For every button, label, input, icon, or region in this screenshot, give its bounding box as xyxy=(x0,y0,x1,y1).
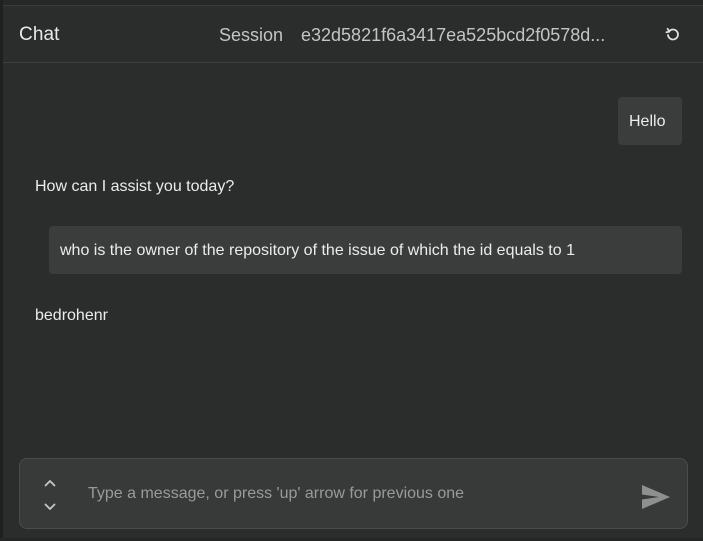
session-label: Session xyxy=(219,25,284,45)
chat-title: Chat xyxy=(19,24,60,45)
message-composer xyxy=(19,458,688,529)
user-message: who is the owner of the repository of th… xyxy=(49,226,682,274)
message-history-button[interactable] xyxy=(40,475,60,515)
assistant-message: bedrohenr xyxy=(35,307,108,324)
message-input[interactable] xyxy=(86,479,630,509)
reset-session-button[interactable] xyxy=(661,23,685,47)
chat-header: Chat Session e32d5821f6a3417ea525bcd2f05… xyxy=(3,6,703,63)
chevron-up-down-icon xyxy=(44,480,56,510)
send-button[interactable] xyxy=(640,483,672,511)
chat-panel: Chat Session e32d5821f6a3417ea525bcd2f05… xyxy=(0,0,703,541)
user-message: Hello xyxy=(618,97,682,145)
assistant-message: How can I assist you today? xyxy=(35,178,235,195)
session-id: e32d5821f6a3417ea525bcd2f0578d... xyxy=(301,25,606,45)
message-list[interactable]: Hello How can I assist you today? who is… xyxy=(3,64,703,454)
reset-icon xyxy=(665,27,679,41)
send-icon xyxy=(642,485,670,509)
